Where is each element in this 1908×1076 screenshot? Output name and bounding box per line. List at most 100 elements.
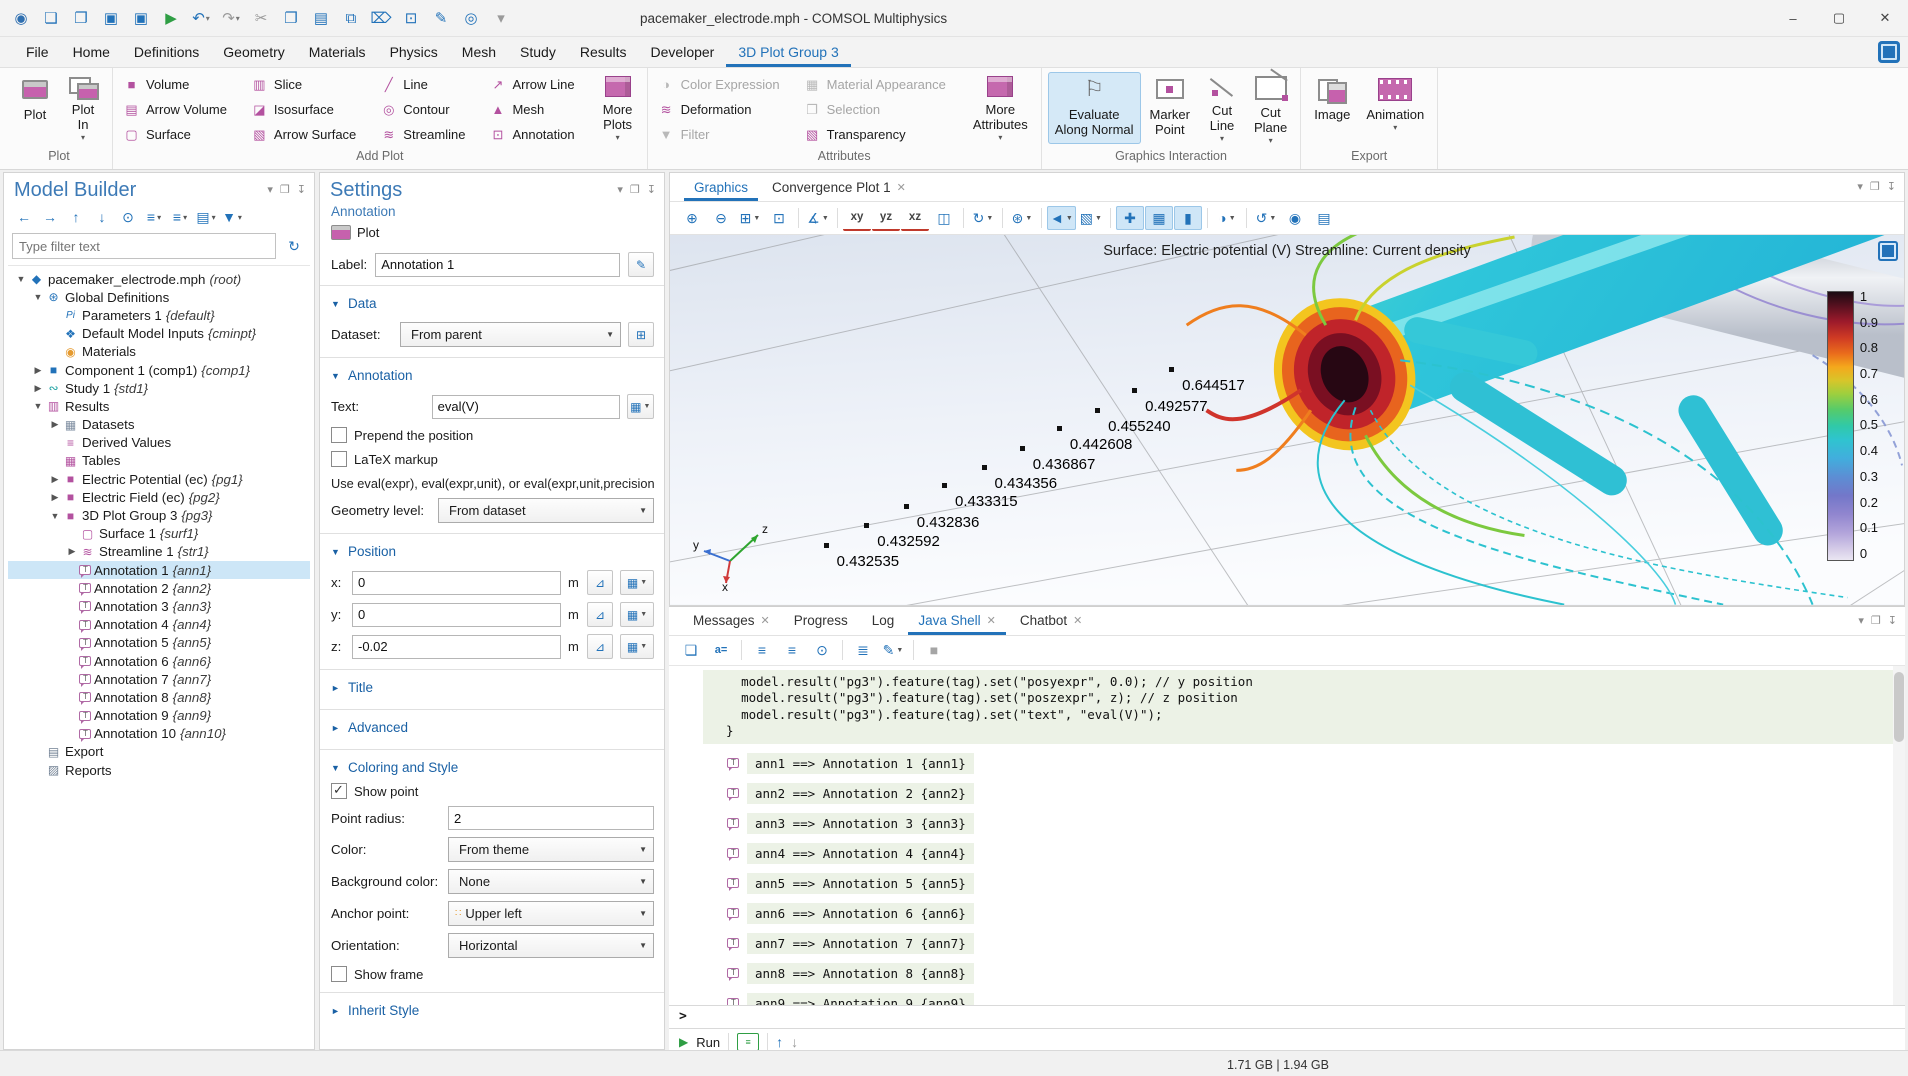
expander-icon[interactable]: ▶ bbox=[48, 419, 62, 430]
ribbon-tab-materials[interactable]: Materials bbox=[297, 37, 378, 67]
arrow-line-button[interactable]: ↗Arrow Line bbox=[485, 72, 578, 97]
plot-button[interactable]: Plot bbox=[12, 72, 58, 144]
scrollbar-thumb[interactable] bbox=[1894, 672, 1904, 742]
perspective-icon[interactable]: ◫ bbox=[930, 206, 958, 230]
cut-icon[interactable]: ✂ bbox=[248, 5, 274, 31]
close-tab-icon[interactable]: ✕ bbox=[897, 181, 906, 194]
expander-icon[interactable]: ▼ bbox=[31, 401, 45, 411]
section-advanced-header[interactable]: ►Advanced bbox=[331, 716, 654, 739]
sound-icon[interactable]: ◄▼ bbox=[1047, 206, 1076, 230]
orientation-dropdown[interactable]: Horizontal▼ bbox=[448, 933, 654, 958]
insert-expression-icon[interactable]: ❏ bbox=[677, 638, 705, 662]
console-tab-log[interactable]: Log bbox=[862, 607, 905, 635]
screenshot-icon[interactable]: ◉ bbox=[1281, 206, 1309, 230]
show-icon[interactable]: ⊙ bbox=[116, 206, 140, 228]
appearance-icon[interactable]: ◑▼ bbox=[1213, 206, 1241, 230]
node-display-icon[interactable]: ▤▾ bbox=[194, 206, 218, 228]
ribbon-tab-physics[interactable]: Physics bbox=[378, 37, 450, 67]
move-down-icon[interactable]: ↓ bbox=[90, 206, 114, 228]
rotate-icon[interactable]: ↻▼ bbox=[969, 206, 997, 230]
print-icon[interactable]: ▤ bbox=[1310, 206, 1338, 230]
shell-prompt-row[interactable]: > bbox=[669, 1005, 1905, 1028]
y-input[interactable] bbox=[352, 603, 561, 627]
panel-pin-icon[interactable]: ↧ bbox=[297, 183, 306, 196]
copy-icon[interactable]: ❐ bbox=[278, 5, 304, 31]
section-title-header[interactable]: ►Title bbox=[331, 676, 654, 699]
panel-float-icon[interactable]: ❐ bbox=[630, 183, 640, 196]
geometry-level-dropdown[interactable]: From dataset▼ bbox=[438, 498, 654, 523]
latex-markup-checkbox[interactable]: LaTeX markup bbox=[331, 451, 654, 467]
save-icon[interactable]: ▣ bbox=[98, 5, 124, 31]
tree-node-electric-field-ec-[interactable]: ▶■Electric Field (ec){pg2} bbox=[8, 488, 310, 506]
axes-toggle-icon[interactable]: ✚ bbox=[1116, 206, 1144, 230]
tree-node-annotation-2[interactable]: Annotation 2{ann2} bbox=[8, 579, 310, 597]
tree-node-reports[interactable]: ▨Reports bbox=[8, 761, 310, 779]
section-data-header[interactable]: ▼Data bbox=[331, 292, 654, 315]
marker-point-button[interactable]: Marker Point bbox=[1143, 72, 1197, 144]
redo-icon[interactable]: ↷▾ bbox=[218, 5, 244, 31]
tree-node-study-1[interactable]: ▶∾Study 1{std1} bbox=[8, 379, 310, 397]
expander-icon[interactable]: ▼ bbox=[14, 274, 28, 284]
contour-button[interactable]: ◎Contour bbox=[376, 97, 469, 122]
refresh-icon[interactable]: ↻ bbox=[282, 235, 306, 257]
expander-icon[interactable]: ▼ bbox=[48, 511, 62, 521]
more-plots-button[interactable]: More Plots▾ bbox=[595, 72, 641, 144]
cut-plane-button[interactable]: Cut Plane▾ bbox=[1247, 72, 1294, 144]
expand-all-icon[interactable]: ≡▾ bbox=[168, 206, 192, 228]
arrow-surface-button[interactable]: ▧Arrow Surface bbox=[247, 122, 360, 147]
tree-node-default-model-inputs[interactable]: ❖Default Model Inputs{cminpt} bbox=[8, 325, 310, 343]
ribbon-tab-definitions[interactable]: Definitions bbox=[122, 37, 211, 67]
zoom-out-icon[interactable]: ⊖ bbox=[707, 206, 735, 230]
range-icon[interactable]: ⊿ bbox=[587, 570, 613, 595]
range-icon[interactable]: ⊿ bbox=[587, 602, 613, 627]
prepend-position-checkbox[interactable]: Prepend the position bbox=[331, 427, 654, 443]
tree-node-annotation-7[interactable]: Annotation 7{ann7} bbox=[8, 670, 310, 688]
open-file-icon[interactable]: ❐ bbox=[68, 5, 94, 31]
legend-toggle-icon[interactable]: ▮ bbox=[1174, 206, 1202, 230]
go-to-view-icon[interactable]: ∡▼ bbox=[804, 206, 832, 230]
slice-button[interactable]: ▥Slice bbox=[247, 72, 360, 97]
history-next-icon[interactable]: ↓ bbox=[791, 1034, 798, 1050]
label-input[interactable] bbox=[375, 253, 620, 277]
expander-icon[interactable]: ▶ bbox=[48, 474, 62, 485]
clear-console-icon[interactable]: ✎▼ bbox=[879, 638, 907, 662]
tree-node-annotation-10[interactable]: Annotation 10{ann10} bbox=[8, 725, 310, 743]
z-input[interactable] bbox=[352, 635, 561, 659]
expander-icon[interactable]: ▶ bbox=[31, 365, 45, 376]
anchor-point-dropdown[interactable]: ∷Upper left▼ bbox=[448, 901, 654, 926]
tree-node-export[interactable]: ▤Export bbox=[8, 743, 310, 761]
expander-icon[interactable]: ▶ bbox=[31, 383, 45, 394]
show-point-checkbox[interactable]: Show point bbox=[331, 783, 654, 799]
expression-menu-icon[interactable]: ▦▼ bbox=[620, 634, 654, 659]
tree-node-annotation-8[interactable]: Annotation 8{ann8} bbox=[8, 688, 310, 706]
expression-menu-icon[interactable]: ▦▼ bbox=[620, 570, 654, 595]
grid-toggle-icon[interactable]: ▦ bbox=[1145, 206, 1173, 230]
expander-icon[interactable]: ▼ bbox=[31, 292, 45, 302]
draw-icon[interactable]: ✎ bbox=[428, 5, 454, 31]
tree-node-3d-plot-group-3[interactable]: ▼■3D Plot Group 3{pg3} bbox=[8, 506, 310, 524]
console-tab-progress[interactable]: Progress bbox=[784, 607, 858, 635]
maximize-button[interactable]: ▢ bbox=[1816, 0, 1862, 36]
tree-filter-input[interactable] bbox=[12, 233, 276, 259]
tree-node-materials[interactable]: ◉Materials bbox=[8, 343, 310, 361]
plot-dataset-icon[interactable]: ⊞ bbox=[628, 322, 654, 347]
range-icon[interactable]: ⊿ bbox=[587, 634, 613, 659]
panel-float-icon[interactable]: ❐ bbox=[280, 183, 290, 196]
mesh-button[interactable]: ▲Mesh bbox=[485, 97, 578, 122]
collapse-all-icon[interactable]: ≡▾ bbox=[142, 206, 166, 228]
select-region-icon[interactable]: ⊡ bbox=[398, 5, 424, 31]
scroll-to-top-icon[interactable]: ≡ bbox=[748, 638, 776, 662]
show-frame-checkbox[interactable]: Show frame bbox=[331, 966, 654, 982]
console-tab-chatbot[interactable]: Chatbot✕ bbox=[1010, 607, 1093, 635]
assignments-icon[interactable]: a= bbox=[707, 638, 735, 662]
tree-node-annotation-4[interactable]: Annotation 4{ann4} bbox=[8, 616, 310, 634]
show-output-icon[interactable]: ⊙ bbox=[808, 638, 836, 662]
new-file-icon[interactable]: ❏ bbox=[38, 5, 64, 31]
tree-node-annotation-9[interactable]: Annotation 9{ann9} bbox=[8, 707, 310, 725]
line-button[interactable]: ╱Line bbox=[376, 72, 469, 97]
section-coloring-header[interactable]: ▼Coloring and Style bbox=[331, 756, 654, 779]
isosurface-button[interactable]: ◪Isosurface bbox=[247, 97, 360, 122]
ribbon-tab-3d-plot-group-3[interactable]: 3D Plot Group 3 bbox=[726, 37, 850, 67]
paste-icon[interactable]: ▤ bbox=[308, 5, 334, 31]
qat-options-icon[interactable]: ▾ bbox=[488, 5, 514, 31]
